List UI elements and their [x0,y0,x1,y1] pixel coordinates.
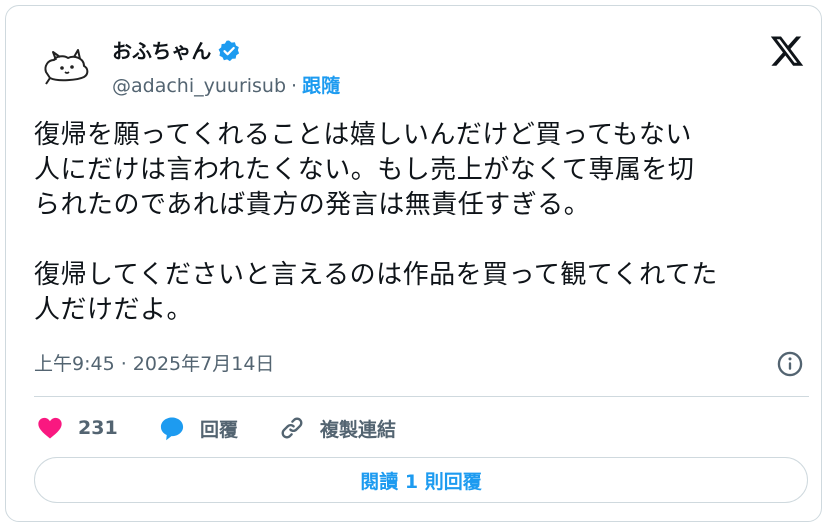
author-handle[interactable]: @adachi_yuurisub [112,72,286,100]
read-replies-button[interactable]: 閱讀 1 則回覆 [34,457,808,503]
action-bar: 231 回覆 複製連結 [34,410,794,446]
author-name[interactable]: おふちゃん [112,37,211,65]
heart-icon [38,417,62,439]
x-logo-icon[interactable] [769,33,805,69]
info-icon[interactable] [776,350,804,378]
reply-button[interactable]: 回覆 [158,410,238,446]
divider [34,396,809,397]
separator-dot: · [291,75,298,97]
verified-badge-icon [219,40,240,62]
avatar-doodle [44,49,89,85]
read-replies-label: 閱讀 1 則回覆 [360,470,482,493]
tweet-timestamp[interactable]: 上午9:45 · 2025年7月14日 [34,350,274,378]
avatar[interactable] [34,36,100,102]
tweet-card: おふちゃん @adachi_yuurisub · 跟隨 復帰を願ってくれることは… [5,5,822,522]
author-handle-row: @adachi_yuurisub · 跟隨 [112,72,340,100]
follow-button[interactable]: 跟隨 [302,72,340,100]
copy-link-button[interactable]: 複製連結 [278,410,396,446]
author-name-row[interactable]: おふちゃん [112,37,241,65]
like-count: 231 [78,417,118,439]
tweet-text: 復帰を願ってくれることは嬉しいんだけど買ってもない 人にだけは言われたくない。も… [34,120,718,325]
link-icon [281,417,303,439]
reply-bubble-icon [160,417,184,441]
reply-label: 回覆 [200,418,239,441]
copy-link-label: 複製連結 [320,418,397,441]
like-button[interactable]: 231 [36,410,118,446]
